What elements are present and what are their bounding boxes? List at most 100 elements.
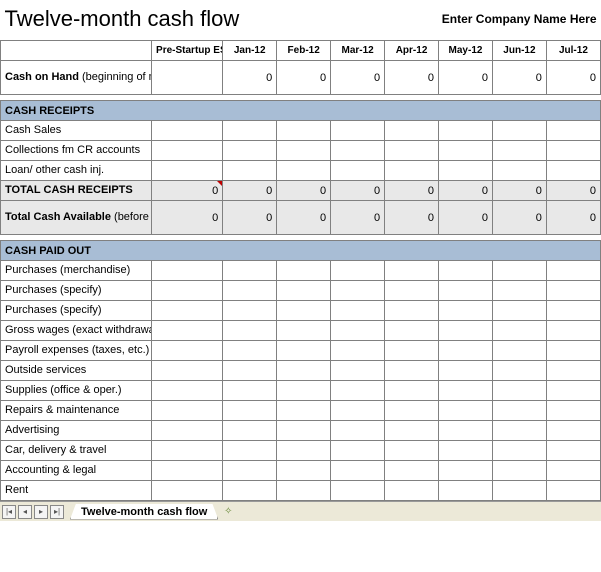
cell[interactable] [546,161,600,181]
cell[interactable] [546,261,600,281]
cell[interactable]: 0 [492,61,546,95]
cell[interactable] [439,361,493,381]
cell[interactable] [546,321,600,341]
cell[interactable] [492,161,546,181]
cell[interactable] [223,261,277,281]
cell[interactable] [385,321,439,341]
new-sheet-icon[interactable]: ✧ [222,506,234,518]
cell[interactable] [546,281,600,301]
cell[interactable] [439,421,493,441]
cell[interactable] [385,161,439,181]
cell[interactable]: 0 [385,201,439,235]
cell[interactable]: 0 [152,201,223,235]
cell[interactable] [277,461,331,481]
cell[interactable] [385,441,439,461]
cell[interactable] [277,161,331,181]
cell[interactable] [223,421,277,441]
cell[interactable] [492,281,546,301]
cell[interactable] [492,441,546,461]
sheet-tab[interactable]: Twelve-month cash flow [70,504,218,520]
cell[interactable] [223,121,277,141]
cell[interactable]: 0 [546,181,600,201]
cell[interactable]: 0 [492,201,546,235]
prev-sheet-button[interactable]: ◂ [18,505,32,519]
cell[interactable] [277,281,331,301]
cell[interactable] [492,341,546,361]
cell[interactable] [277,381,331,401]
cell[interactable] [223,341,277,361]
cell[interactable] [492,401,546,421]
cell[interactable] [331,261,385,281]
cell[interactable] [331,461,385,481]
cell[interactable] [223,361,277,381]
cell[interactable] [223,401,277,421]
cell[interactable] [492,301,546,321]
cell[interactable] [152,121,223,141]
cell[interactable] [152,61,223,95]
cell[interactable]: 0 [331,181,385,201]
cell[interactable]: 0 [223,61,277,95]
cell[interactable] [331,281,385,301]
cell[interactable] [277,121,331,141]
cell[interactable] [546,361,600,381]
cell[interactable] [385,481,439,501]
cell[interactable] [152,301,223,321]
cell[interactable] [492,261,546,281]
cell[interactable] [152,401,223,421]
cell[interactable] [492,381,546,401]
cell[interactable] [439,121,493,141]
cell[interactable] [331,341,385,361]
cell[interactable]: 0 [546,61,600,95]
cell[interactable] [546,441,600,461]
cell[interactable] [331,361,385,381]
cell[interactable] [385,401,439,421]
cell[interactable] [277,321,331,341]
cell[interactable] [439,401,493,421]
cell[interactable] [152,321,223,341]
next-sheet-button[interactable]: ▸ [34,505,48,519]
cell[interactable]: 0 [546,201,600,235]
cell[interactable] [223,141,277,161]
cell[interactable] [385,141,439,161]
cell[interactable] [223,161,277,181]
cell[interactable]: 0 [277,61,331,95]
cell[interactable] [152,281,223,301]
cell[interactable]: 0 [152,181,223,201]
cell[interactable] [152,441,223,461]
cell[interactable] [546,481,600,501]
cell[interactable] [152,461,223,481]
first-sheet-button[interactable]: |◂ [2,505,16,519]
cell[interactable] [385,261,439,281]
company-name[interactable]: Enter Company Name Here [331,0,601,41]
cell[interactable]: 0 [439,201,493,235]
cell[interactable] [331,421,385,441]
cell[interactable] [439,261,493,281]
cell[interactable] [439,481,493,501]
cell[interactable] [546,401,600,421]
cell[interactable]: 0 [223,181,277,201]
cell[interactable] [385,421,439,441]
cell[interactable]: 0 [385,181,439,201]
cell[interactable] [277,261,331,281]
cell[interactable] [277,341,331,361]
cell[interactable] [277,141,331,161]
cell[interactable] [439,341,493,361]
cell[interactable]: 0 [223,201,277,235]
cell[interactable] [223,281,277,301]
cell[interactable]: 0 [439,181,493,201]
cell[interactable] [492,421,546,441]
cell[interactable] [152,421,223,441]
cell[interactable] [439,441,493,461]
cell[interactable]: 0 [277,201,331,235]
cell[interactable] [385,301,439,321]
cell[interactable]: 0 [331,201,385,235]
cell[interactable] [546,141,600,161]
cell[interactable] [385,361,439,381]
cell[interactable] [277,441,331,461]
cell[interactable] [277,421,331,441]
cell[interactable] [223,441,277,461]
cell[interactable] [492,461,546,481]
cell[interactable] [152,161,223,181]
cell[interactable] [223,301,277,321]
cell[interactable] [385,341,439,361]
